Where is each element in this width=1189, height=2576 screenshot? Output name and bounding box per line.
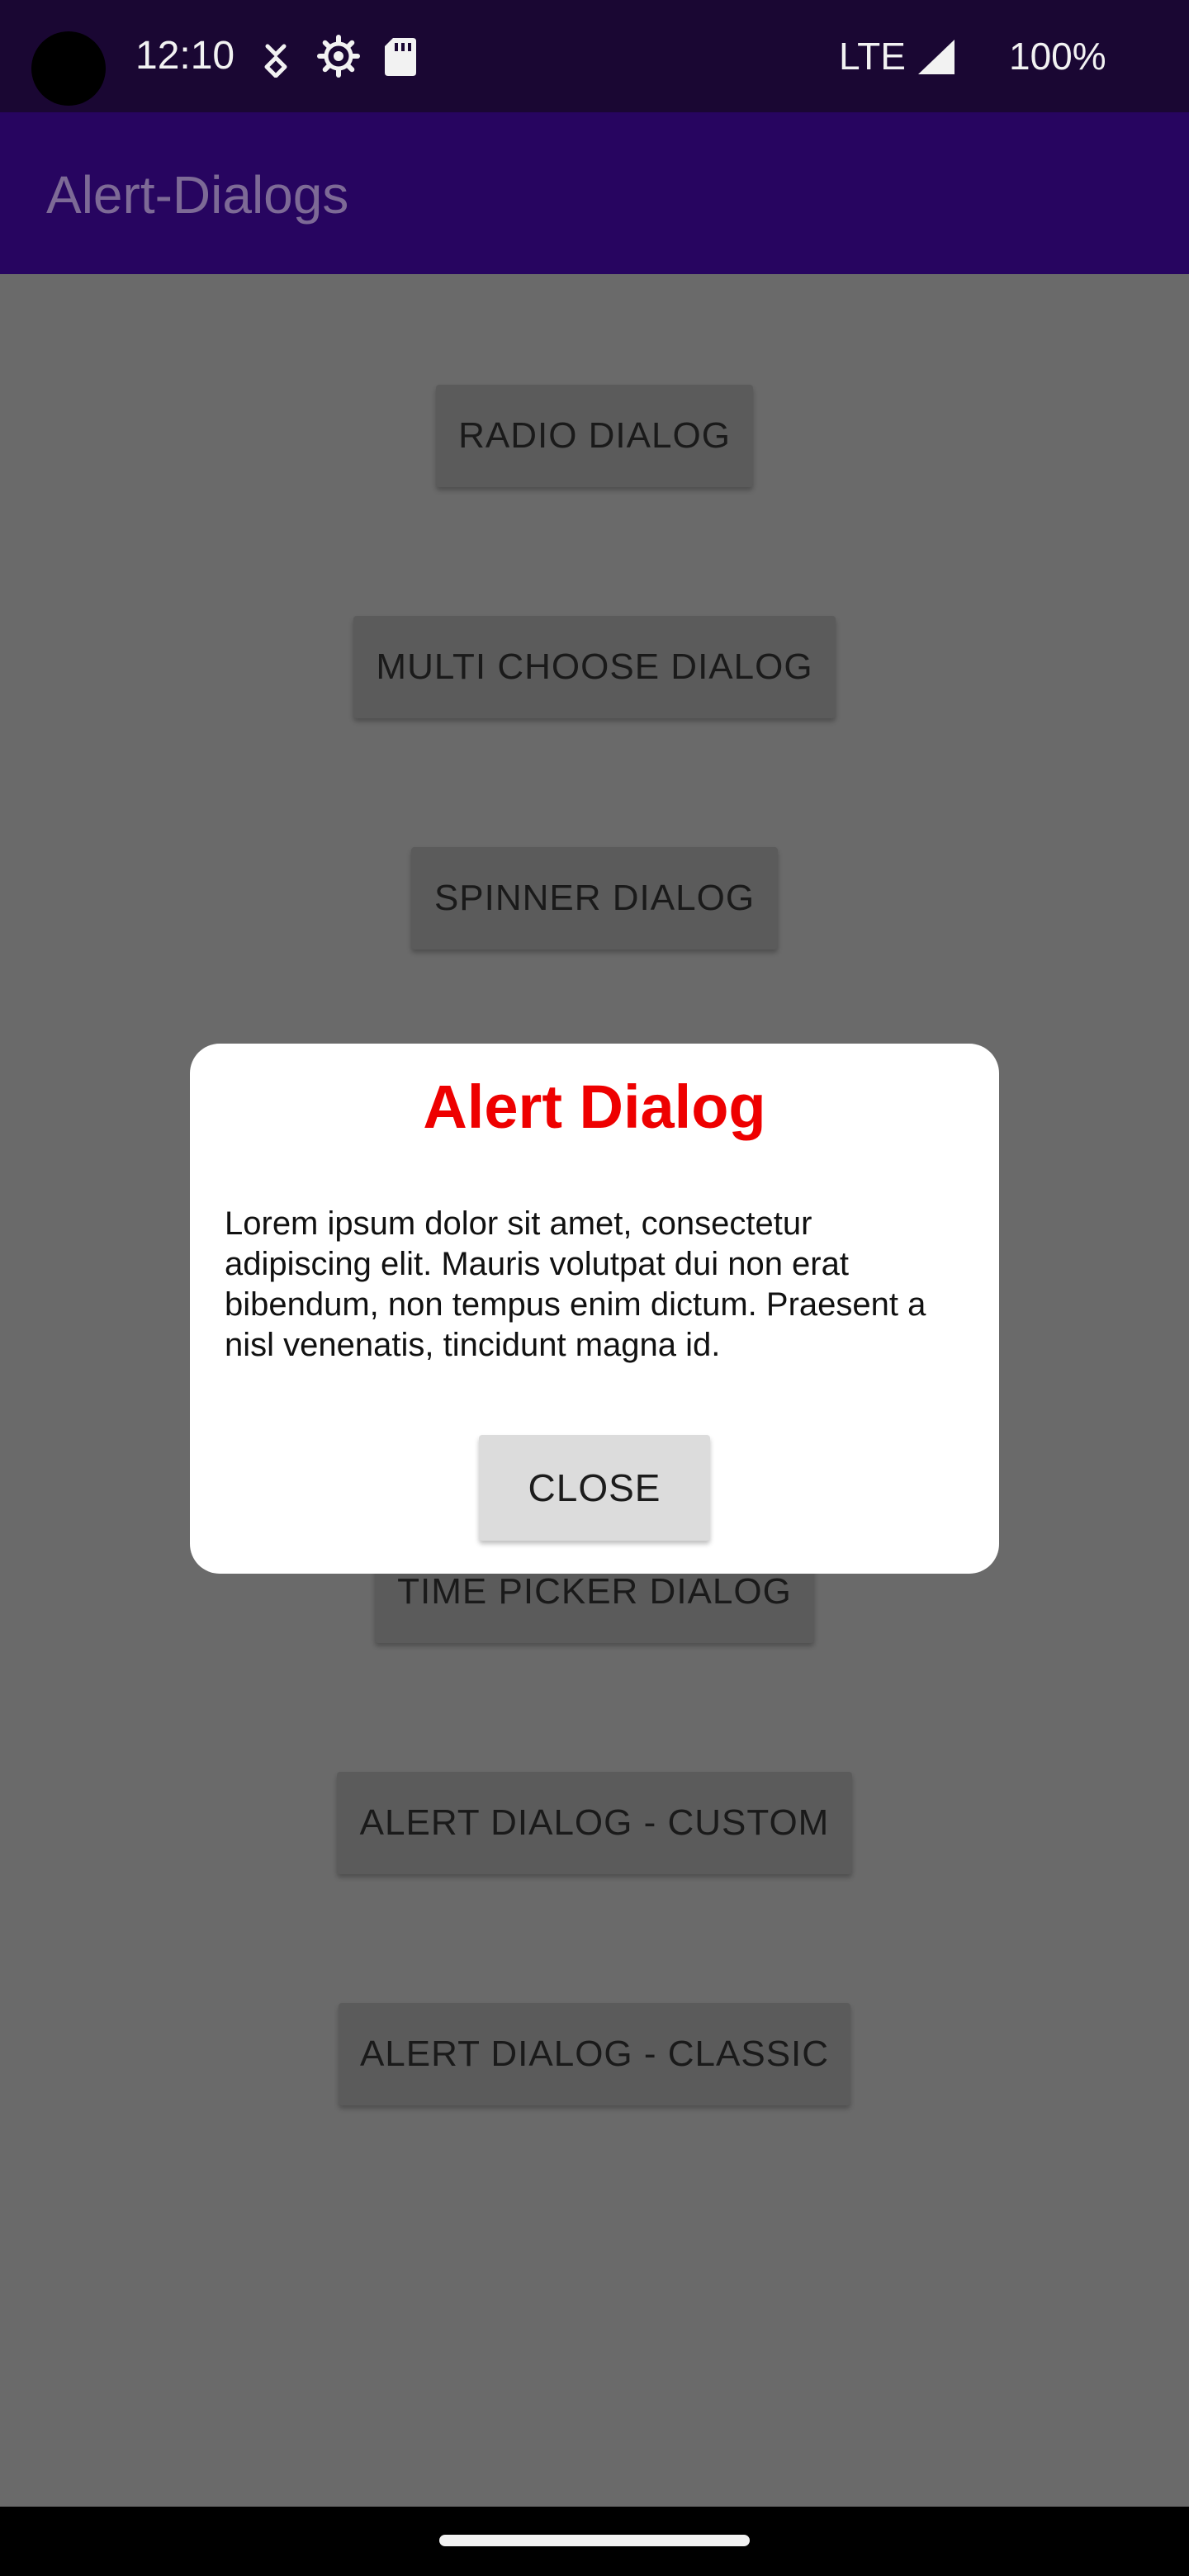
network-type: LTE (839, 35, 906, 78)
radio-dialog-button[interactable]: RADIO DIALOG (436, 385, 753, 487)
app-bar: Alert-Dialogs (0, 112, 1189, 274)
data-saver-icon (259, 35, 302, 78)
close-button[interactable]: CLOSE (479, 1435, 710, 1541)
alert-dialog-classic-button[interactable]: ALERT DIALOG - CLASSIC (339, 2003, 850, 2105)
sd-card-icon (381, 35, 424, 78)
signal-icon (917, 38, 956, 76)
app-title: Alert-Dialogs (46, 165, 349, 225)
navigation-bar (0, 2507, 1189, 2576)
settings-gear-icon (317, 35, 360, 78)
status-bar: 12:10 LTE 100% (0, 0, 1189, 112)
dialog-title: Alert Dialog (423, 1073, 766, 1141)
camera-cutout (31, 31, 106, 106)
alert-dialog: Alert Dialog Lorem ipsum dolor sit amet,… (190, 1044, 999, 1574)
battery-level: 100% (1009, 35, 1106, 78)
multi-choose-dialog-button[interactable]: MULTI CHOOSE DIALOG (353, 616, 836, 718)
dialog-message: Lorem ipsum dolor sit amet, consectetur … (225, 1205, 926, 1363)
home-gesture-handle[interactable] (439, 2535, 750, 2546)
spinner-dialog-button[interactable]: SPINNER DIALOG (411, 847, 778, 949)
status-time: 12:10 (135, 34, 235, 78)
alert-dialog-custom-button[interactable]: ALERT DIALOG - CUSTOM (337, 1772, 852, 1874)
